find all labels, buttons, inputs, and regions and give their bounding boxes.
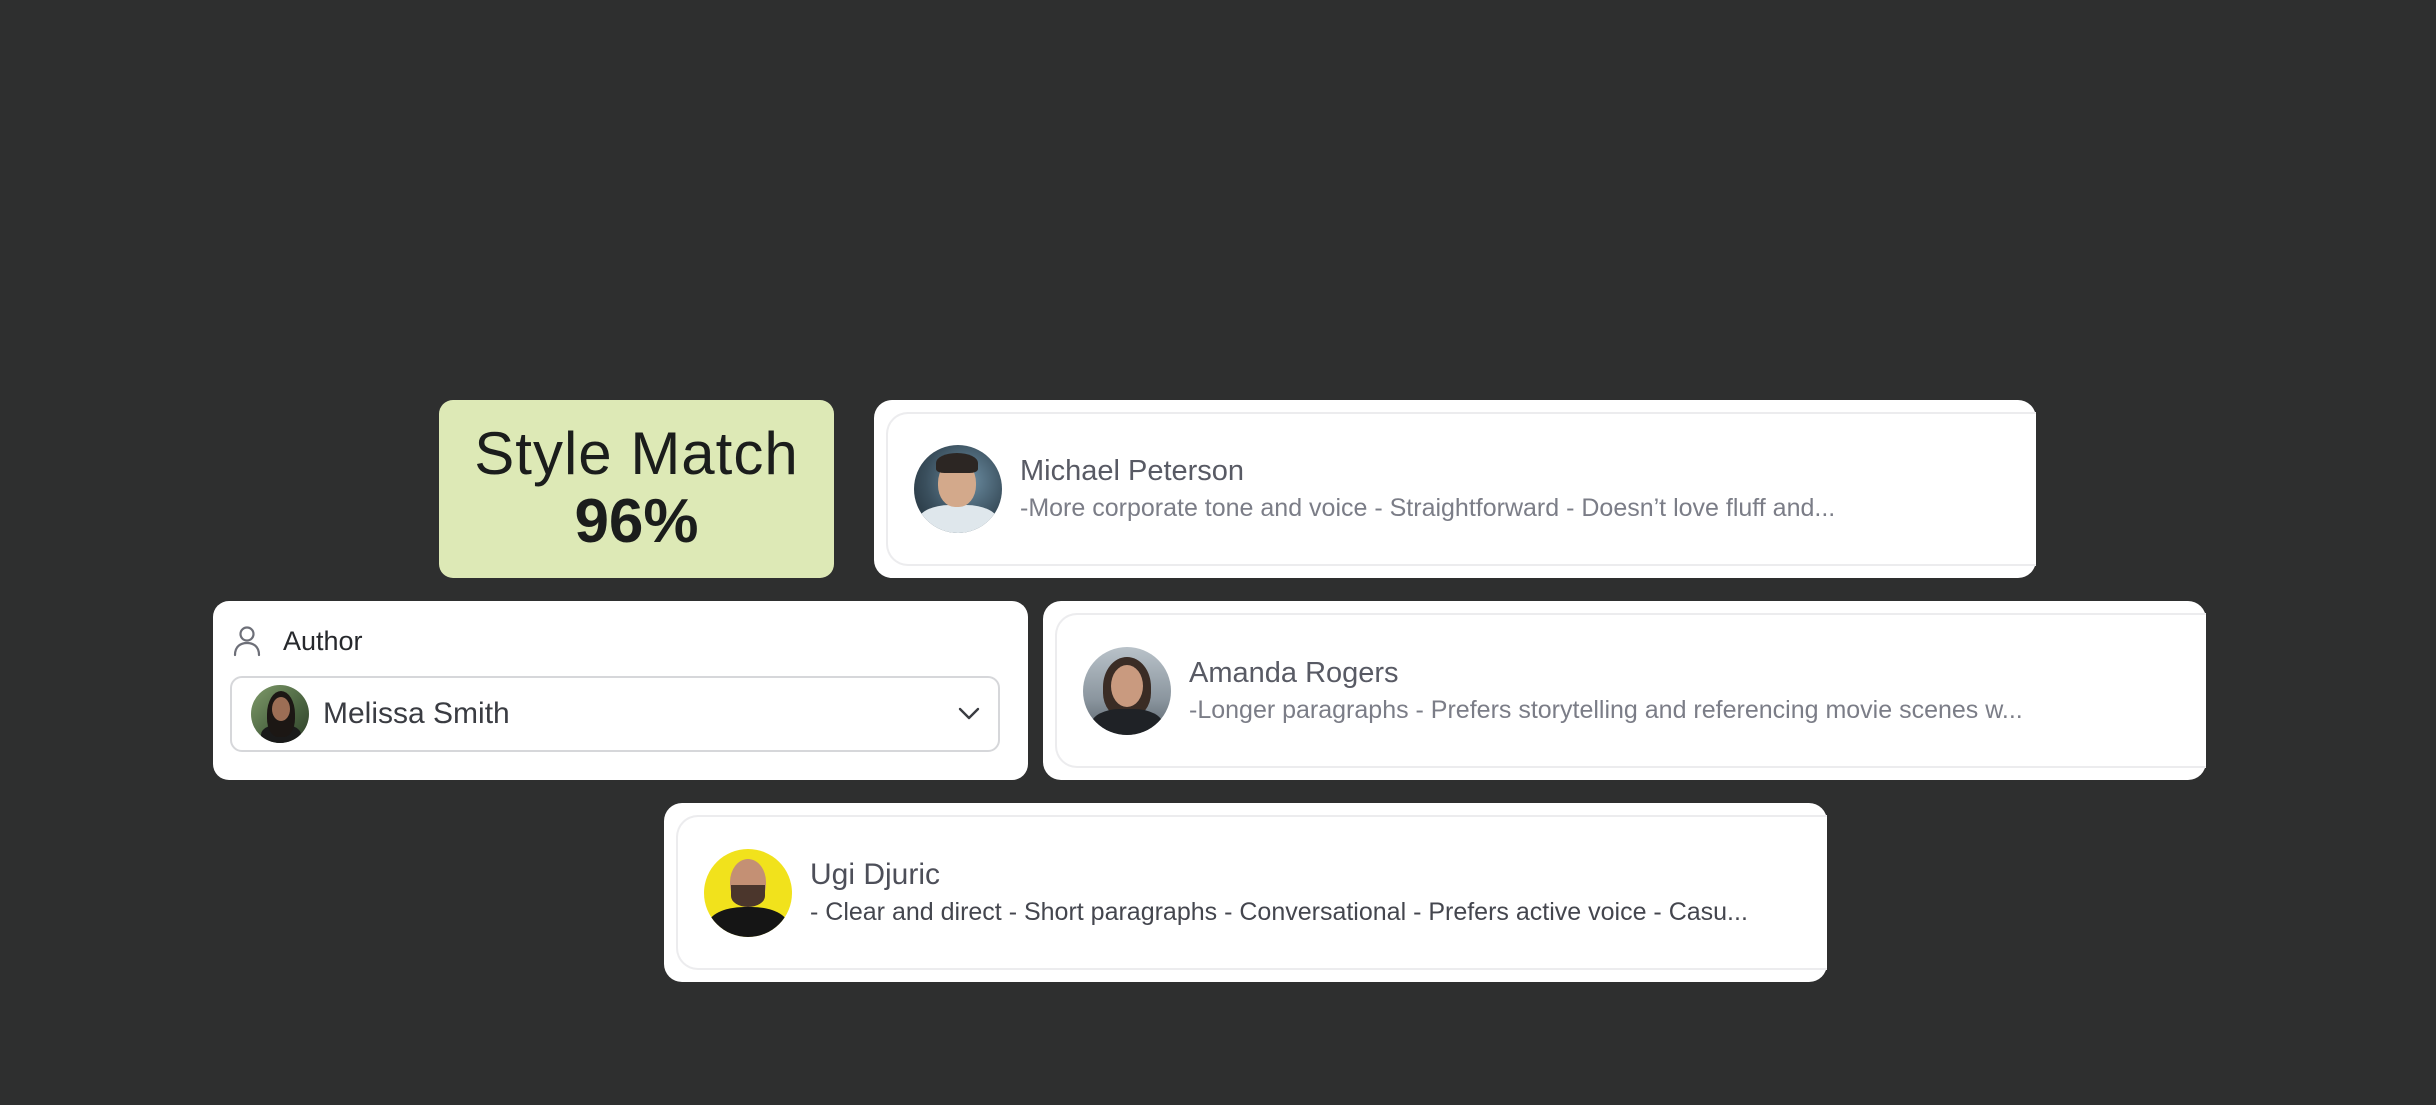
author-card-text: Ugi Djuric - Clear and direct - Short pa…: [810, 856, 1748, 930]
style-match-percentage: 96%: [574, 487, 699, 556]
chevron-down-icon[interactable]: [958, 707, 980, 721]
avatar: [914, 445, 1002, 533]
author-name: Amanda Rogers: [1189, 656, 1399, 689]
author-card-amanda-rogers[interactable]: Amanda Rogers -Longer paragraphs - Prefe…: [1043, 601, 2206, 780]
author-select-panel: Author Melissa Smith: [213, 601, 1028, 780]
author-description: -Longer paragraphs - Prefers storytellin…: [1189, 695, 2023, 724]
user-icon: [233, 626, 261, 657]
author-name: Michael Peterson: [1020, 455, 1245, 487]
canvas: Style Match 96% Michael Peterson -More c…: [0, 0, 2436, 1105]
author-card-inner: Amanda Rogers -Longer paragraphs - Prefe…: [1055, 613, 2206, 768]
avatar: [1083, 646, 1171, 735]
author-card-michael-peterson[interactable]: Michael Peterson -More corporate tone an…: [874, 400, 2036, 578]
author-name: Ugi Djuric: [810, 857, 941, 891]
style-match-title: Style Match: [474, 420, 799, 487]
author-description: - Clear and direct - Short paragraphs - …: [810, 897, 1748, 926]
author-description: -More corporate tone and voice - Straigh…: [1020, 494, 1836, 522]
author-label: Author: [283, 625, 363, 656]
author-card-text: Michael Peterson -More corporate tone an…: [1020, 452, 1835, 526]
author-card-text: Amanda Rogers -Longer paragraphs - Prefe…: [1189, 654, 2023, 728]
author-card-inner: Michael Peterson -More corporate tone an…: [886, 412, 2036, 566]
avatar: [251, 685, 309, 743]
author-select[interactable]: Melissa Smith: [230, 676, 1000, 752]
author-label-row: Author: [233, 621, 363, 661]
author-card-ugi-djuric[interactable]: Ugi Djuric - Clear and direct - Short pa…: [664, 803, 1827, 982]
author-select-value: Melissa Smith: [323, 697, 510, 730]
author-card-inner: Ugi Djuric - Clear and direct - Short pa…: [676, 815, 1827, 970]
avatar: [704, 848, 792, 937]
style-match-badge: Style Match 96%: [439, 400, 834, 578]
